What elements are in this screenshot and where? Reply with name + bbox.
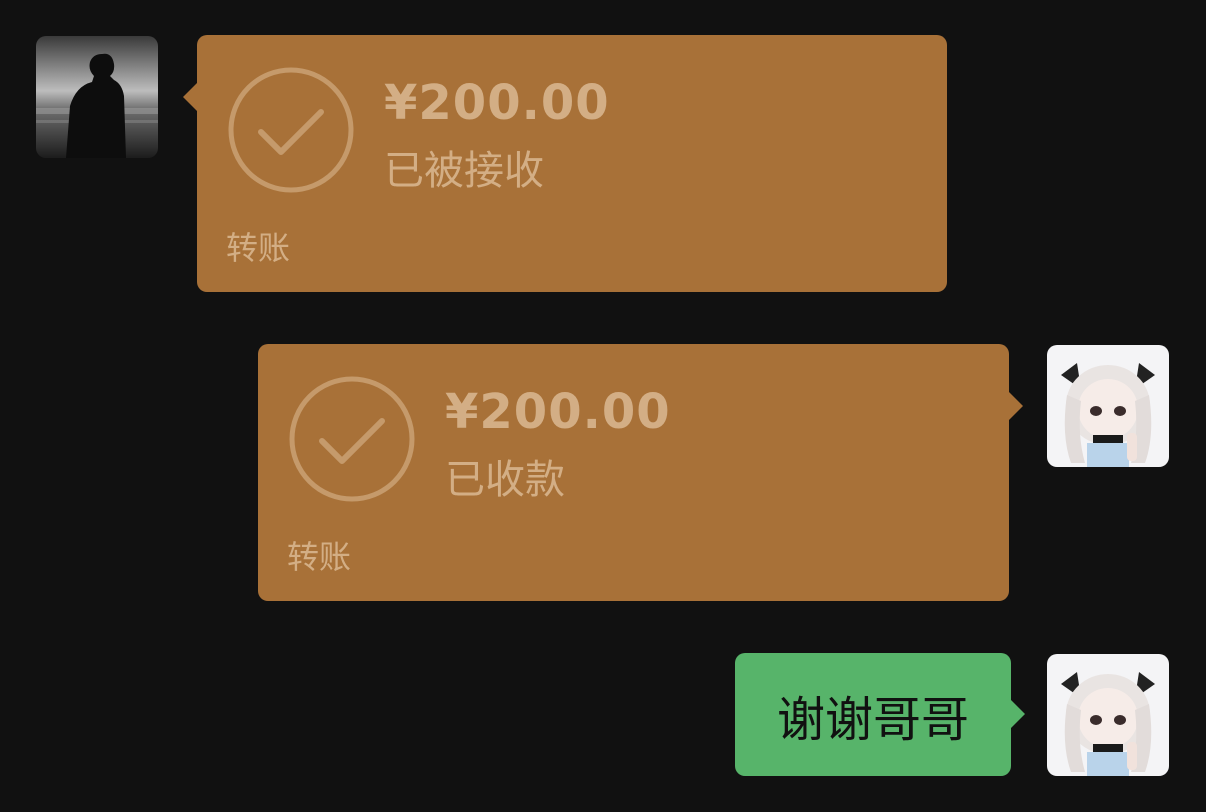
chat-area: ¥200.00 已被接收 转账 ¥200.00 已收款 转账 谢谢哥哥 <box>0 0 1206 812</box>
transfer-label: 转账 <box>226 229 291 267</box>
transfer-status: 已被接收 <box>384 148 544 194</box>
transfer-label: 转账 <box>287 538 352 576</box>
checkmark-circle-icon <box>228 67 354 193</box>
text-message[interactable]: 谢谢哥哥 <box>735 653 1025 776</box>
transfer-amount: ¥200.00 <box>384 75 610 131</box>
transfer-status: 已收款 <box>445 457 565 503</box>
user-avatar[interactable] <box>1047 654 1169 776</box>
transfer-message[interactable]: ¥200.00 已被接收 转账 <box>183 35 947 292</box>
message-text: 谢谢哥哥 <box>776 691 969 748</box>
user-avatar[interactable] <box>1047 345 1169 467</box>
checkmark-circle-icon <box>289 376 415 502</box>
transfer-amount: ¥200.00 <box>445 384 671 440</box>
contact-avatar[interactable] <box>36 36 158 158</box>
transfer-message[interactable]: ¥200.00 已收款 转账 <box>258 344 1023 601</box>
